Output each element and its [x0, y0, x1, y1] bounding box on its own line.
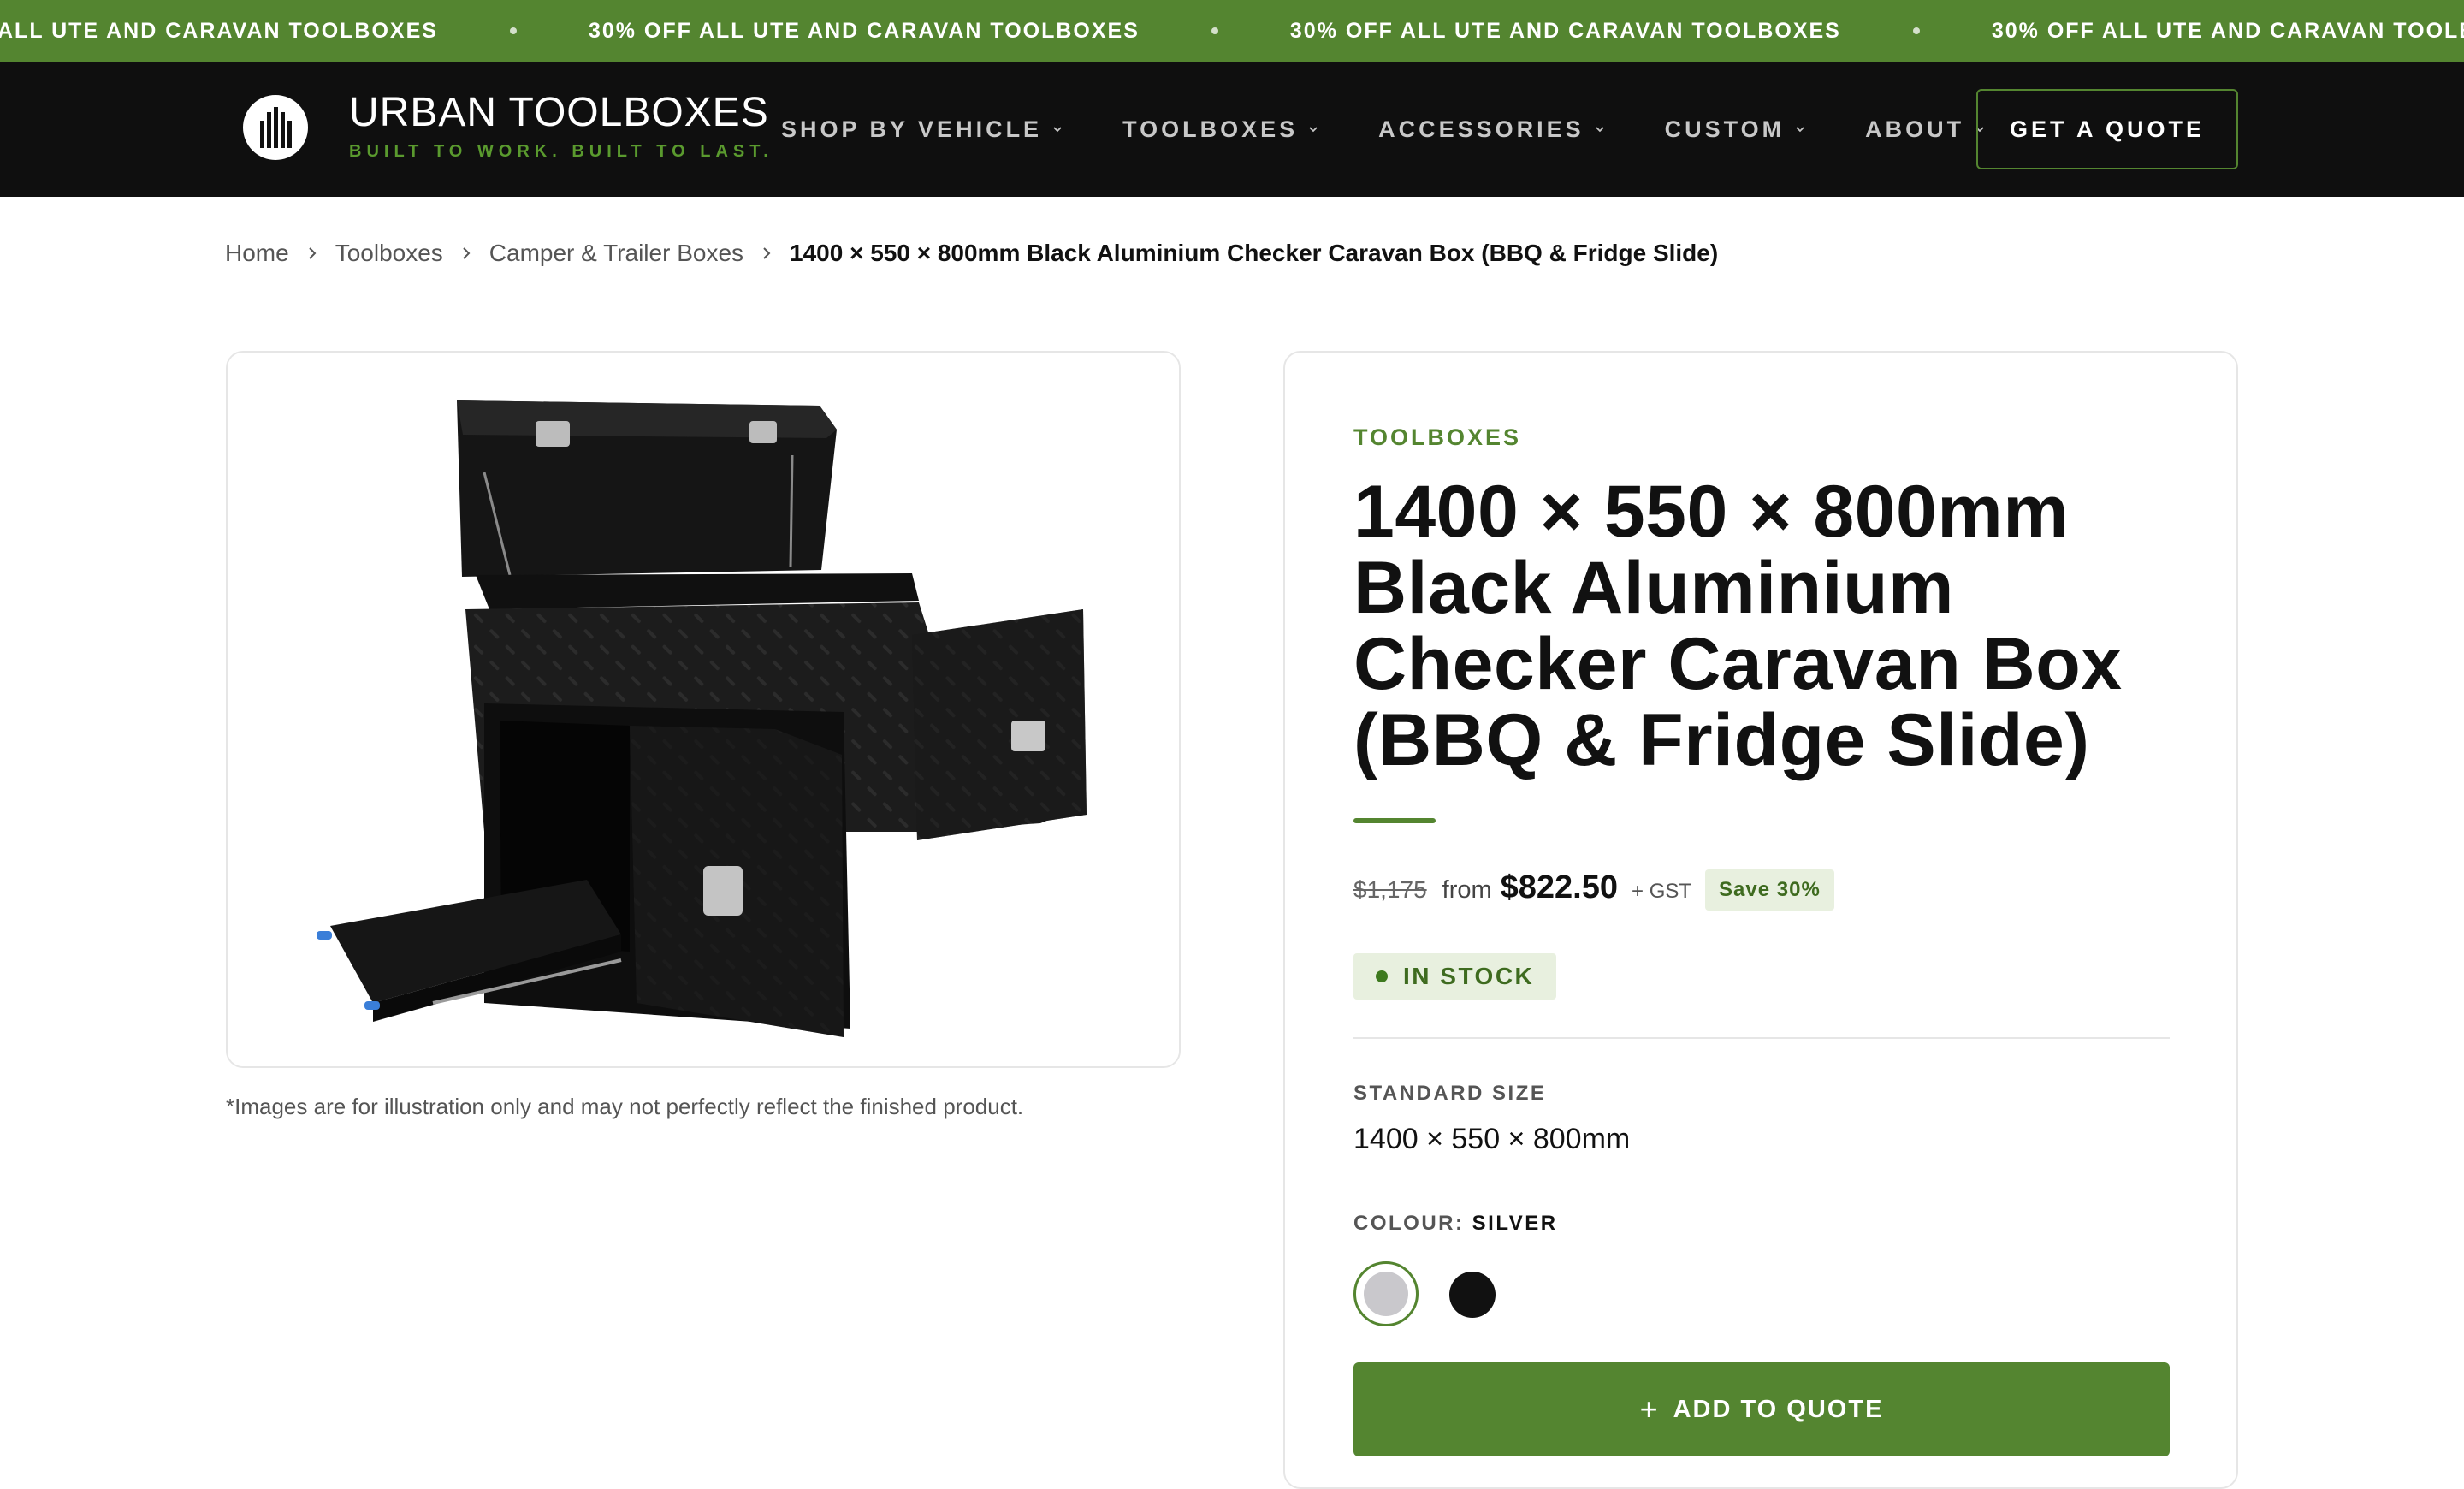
nav-custom[interactable]: CUSTOM — [1665, 116, 1808, 143]
nav-label: ABOUT — [1865, 116, 1965, 142]
colour-selected-value: SILVER — [1472, 1212, 1558, 1235]
announcement-track: 30% OFF ALL UTE AND CARAVAN TOOLBOXES 30… — [0, 0, 2464, 62]
title-divider — [1353, 818, 1436, 823]
stock-status-badge: IN STOCK — [1353, 953, 1557, 1000]
colour-label-text: COLOUR: — [1353, 1212, 1465, 1235]
nav-label: CUSTOM — [1664, 116, 1786, 142]
price-row: $1,175 from $822.50 + GST Save 30% — [1353, 869, 1834, 911]
breadcrumb-home[interactable]: Home — [225, 240, 289, 267]
logo-link[interactable]: URBAN TOOLBOXES BUILT TO WORK. BUILT TO … — [243, 92, 773, 162]
get-a-quote-button[interactable]: GET A QUOTE — [1976, 89, 2238, 169]
image-disclaimer: *Images are for illustration only and ma… — [226, 1094, 1024, 1119]
chevron-down-icon — [1309, 127, 1318, 133]
announcement-item: 30% OFF ALL UTE AND CARAVAN TOOLBOXES — [589, 19, 1290, 44]
nav-label: ACCESSORIES — [1378, 116, 1584, 142]
announcement-item: 30% OFF ALL UTE AND CARAVAN TOOLBOXES — [1290, 19, 1992, 44]
breadcrumb-toolboxes[interactable]: Toolboxes — [335, 240, 443, 267]
bullet-icon — [1912, 27, 1920, 34]
nav-accessories[interactable]: ACCESSORIES — [1378, 116, 1607, 143]
colour-swatch-silver[interactable] — [1353, 1261, 1419, 1326]
section-divider — [1353, 1037, 2170, 1039]
stock-status-text: IN STOCK — [1403, 963, 1535, 989]
site-header: URBAN TOOLBOXES BUILT TO WORK. BUILT TO … — [0, 62, 2464, 197]
bullet-icon — [1211, 27, 1218, 34]
breadcrumb-camper-trailer-boxes[interactable]: Camper & Trailer Boxes — [489, 240, 743, 267]
price-from-label: from — [1442, 876, 1492, 904]
price-gst-note: + GST — [1632, 880, 1692, 903]
announcement-text: 30% OFF ALL UTE AND CARAVAN TOOLBOXES — [1289, 18, 1841, 43]
main-nav: SHOP BY VEHICLE TOOLBOXES ACCESSORIES CU… — [781, 62, 2045, 197]
chevron-down-icon — [1596, 127, 1604, 133]
plus-icon: + — [1639, 1391, 1660, 1427]
size-label: STANDARD SIZE — [1353, 1082, 1547, 1105]
add-to-quote-label: ADD TO QUOTE — [1673, 1395, 1884, 1423]
price-original: $1,175 — [1353, 876, 1427, 903]
nav-toolboxes[interactable]: TOOLBOXES — [1122, 116, 1320, 143]
logo-icon — [243, 94, 308, 160]
announcement-item: 30% OFF ALL UTE AND CARAVAN TOOLBOXES — [0, 19, 589, 44]
chevron-right-icon — [463, 247, 471, 259]
colour-swatch-black[interactable] — [1449, 1272, 1496, 1318]
colour-label: COLOUR: SILVER — [1353, 1212, 1558, 1236]
chevron-right-icon — [308, 247, 317, 259]
nav-about[interactable]: ABOUT — [1865, 116, 1987, 143]
product-category[interactable]: TOOLBOXES — [1353, 424, 1521, 451]
stock-dot-icon — [1376, 970, 1388, 982]
size-value: 1400 × 550 × 800mm — [1353, 1123, 1631, 1155]
brand-name: URBAN TOOLBOXES — [349, 90, 769, 135]
announcement-text: 30% OFF ALL UTE AND CARAVAN TOOLBOXES — [0, 18, 438, 43]
product-image — [228, 353, 1179, 1066]
announcement-text: 30% OFF ALL UTE AND CARAVAN TOOLBOXES — [588, 18, 1140, 43]
price-current: $822.50 — [1500, 869, 1619, 905]
add-to-quote-button[interactable]: + ADD TO QUOTE — [1353, 1362, 2170, 1456]
brand-tagline: BUILT TO WORK. BUILT TO LAST. — [349, 142, 773, 161]
nav-label: TOOLBOXES — [1122, 116, 1299, 142]
nav-shop-by-vehicle[interactable]: SHOP BY VEHICLE — [781, 116, 1064, 143]
swatch-fill — [1364, 1272, 1408, 1316]
breadcrumb-current: 1400 × 550 × 800mm Black Aluminium Check… — [790, 240, 1719, 266]
announcement-text: 30% OFF ALL UTE AND CARAVAN TOOLBOXES — [1991, 18, 2464, 43]
product-info-card: TOOLBOXES 1400 × 550 × 800mm Black Alumi… — [1283, 351, 2238, 1489]
nav-label: SHOP BY VEHICLE — [781, 116, 1043, 142]
breadcrumb: Home Toolboxes Camper & Trailer Boxes 14… — [225, 240, 1718, 267]
chevron-right-icon — [763, 247, 771, 259]
chevron-down-icon — [1053, 127, 1062, 133]
save-badge: Save 30% — [1705, 869, 1834, 911]
product-title: 1400 × 550 × 800mm Black Aluminium Check… — [1353, 471, 2123, 781]
announcement-bar: 30% OFF ALL UTE AND CARAVAN TOOLBOXES 30… — [0, 0, 2464, 62]
chevron-down-icon — [1796, 127, 1804, 133]
product-image-frame[interactable] — [226, 351, 1181, 1068]
bullet-icon — [509, 27, 517, 34]
announcement-item: 30% OFF ALL UTE AND CARAVAN TOOLBOXES — [1992, 19, 2464, 44]
